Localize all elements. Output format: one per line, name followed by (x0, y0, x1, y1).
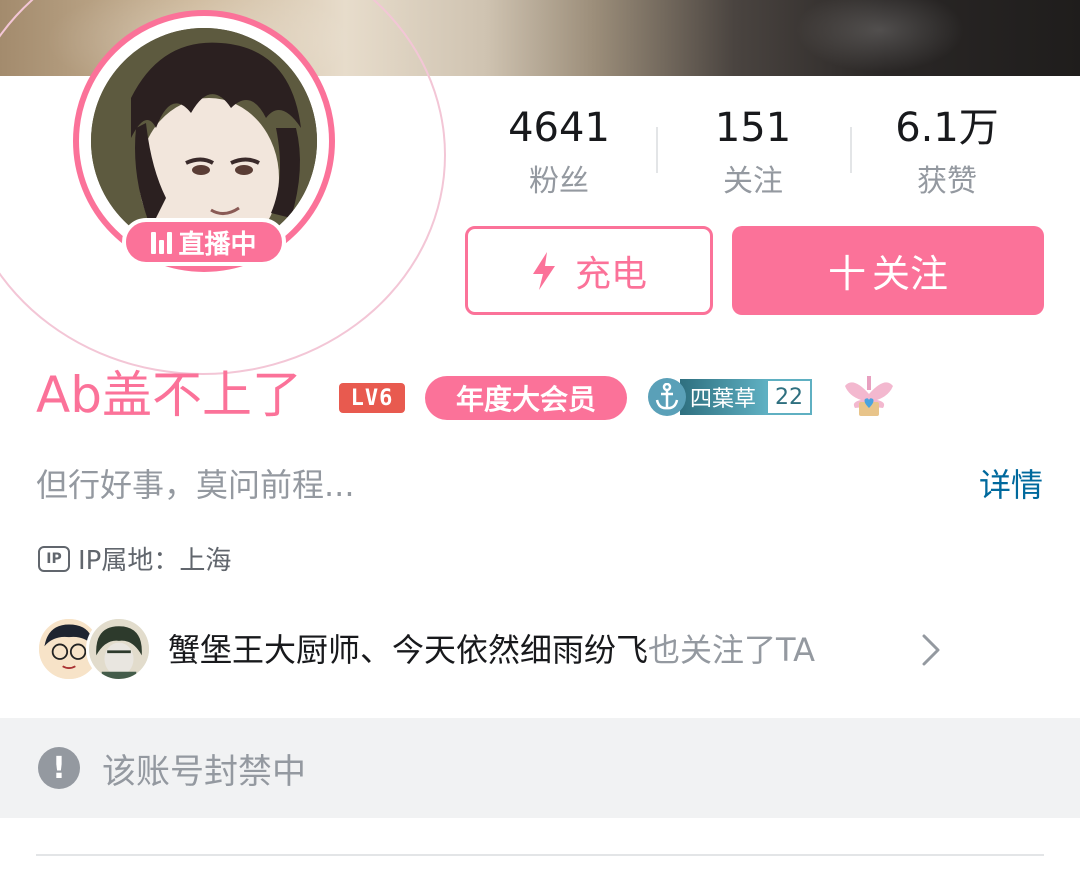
stat-value: 4641 (508, 105, 610, 151)
stat-value: 6.1万 (895, 105, 999, 151)
detail-link[interactable]: 详情 (979, 463, 1043, 507)
mutual-suffix: 也关注了TA (648, 631, 815, 669)
follow-label: 关注 (872, 252, 949, 296)
exclamation-icon: ! (38, 747, 80, 789)
follow-button[interactable]: 十 关注 (732, 226, 1044, 315)
medal-level: 22 (766, 379, 813, 415)
mutual-follow-text[interactable]: 蟹堡王大厨师、今天依然细雨纷飞也关注了TA (168, 628, 815, 672)
stat-following[interactable]: 151 关注 (658, 104, 848, 202)
mutual-avatars[interactable] (36, 616, 152, 682)
charge-label: 充电 (574, 253, 647, 295)
charge-button[interactable]: 充电 (465, 226, 713, 315)
stat-label: 获赞 (917, 164, 977, 199)
banned-notice: ! 该账号封禁中 (0, 718, 1080, 818)
medal-name: 四葉草 (680, 379, 767, 415)
banned-text: 该账号封禁中 (102, 751, 306, 792)
stat-value: 151 (714, 105, 792, 151)
chevron-right-icon[interactable] (918, 632, 946, 668)
ip-location: IP属地：上海 (78, 546, 232, 576)
level-badge[interactable]: LV6 (339, 383, 405, 413)
divider (36, 854, 1044, 856)
username: Ab盖不上了 (36, 366, 302, 424)
live-bars-icon (151, 230, 173, 254)
fan-medal[interactable]: 四葉草 22 (648, 378, 813, 416)
ip-icon: IP (38, 545, 70, 572)
plus-icon: 十 (827, 252, 866, 296)
mutual-names: 蟹堡王大厨师、今天依然细雨纷飞 (168, 631, 649, 669)
stat-likes[interactable]: 6.1万 获赞 (852, 104, 1042, 202)
live-badge[interactable]: 直播中 (122, 218, 286, 266)
lightning-icon (532, 251, 555, 290)
user-sign: 但行好事，莫问前程... (36, 466, 355, 504)
stat-label: 关注 (723, 164, 783, 199)
stat-label: 粉丝 (529, 164, 589, 199)
vip-badge[interactable]: 年度大会员 (425, 376, 627, 420)
user-profile-page: 直播中 4641 粉丝 151 关注 6.1万 获赞 充电 十 关注 Ab盖不上… (0, 0, 1080, 876)
ip-location-row: IP IP属地：上海 (38, 540, 231, 577)
live-label: 直播中 (178, 229, 257, 260)
stat-fans[interactable]: 4641 粉丝 (464, 104, 654, 202)
anchor-icon (648, 378, 686, 416)
avatar (86, 616, 152, 682)
winged-heart-icon[interactable] (843, 372, 895, 420)
